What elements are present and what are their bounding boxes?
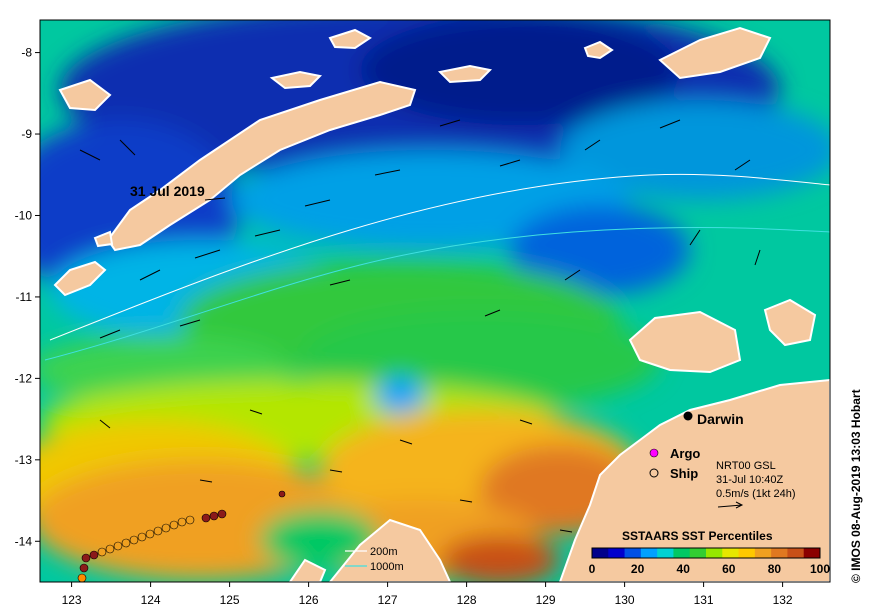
colorbar-tick-label: 80 <box>768 562 782 576</box>
current-time: 31-Jul 10:40Z <box>716 474 784 486</box>
lon-tick-label: 128 <box>457 593 477 607</box>
colorbar-title: SSTAARS SST Percentiles <box>622 529 773 543</box>
lat-tick-label: -11 <box>16 290 33 304</box>
colorbar-swatch <box>673 548 691 558</box>
ship-track-point <box>278 490 286 498</box>
lat-tick-label: -14 <box>15 534 33 548</box>
ship-track-point <box>201 513 211 523</box>
ship-track-point <box>161 523 171 533</box>
colorbar-swatch <box>738 548 756 558</box>
current-source: NRT00 GSL <box>716 460 776 472</box>
ship-track-point <box>169 520 179 530</box>
lon-tick-label: 124 <box>141 593 161 607</box>
contour-200m-label: 200m <box>370 546 398 558</box>
ship-track-point <box>105 544 115 554</box>
lat-tick-label: -10 <box>15 208 33 222</box>
lon-tick-label: 125 <box>220 593 240 607</box>
darwin-marker <box>683 411 693 421</box>
argo-marker-icon <box>649 448 659 458</box>
colorbar-tick-label: 40 <box>677 562 691 576</box>
ship-track-point <box>113 541 123 551</box>
ship-track-point <box>89 550 99 560</box>
lat-tick-label: -12 <box>15 371 33 385</box>
ship-track-point <box>137 532 147 542</box>
colorbar-swatch <box>722 548 740 558</box>
ship-track-point <box>81 553 91 563</box>
colorbar-tick-label: 0 <box>589 562 596 576</box>
colorbar-tick-label: 100 <box>810 562 830 576</box>
argo-label: Argo <box>670 446 700 461</box>
lon-tick-label: 123 <box>62 593 82 607</box>
lat-tick-label: -9 <box>21 127 32 141</box>
colorbar-swatch <box>754 548 772 558</box>
ship-label: Ship <box>670 466 698 481</box>
ship-track-point <box>217 509 227 519</box>
ship-track-point <box>153 526 163 536</box>
colorbar-swatch <box>657 548 674 558</box>
colorbar-swatch <box>624 548 642 558</box>
ship-track-point <box>79 563 89 573</box>
colorbar <box>591 547 821 559</box>
colorbar-swatch <box>706 548 723 558</box>
lon-tick-label: 132 <box>773 593 793 607</box>
colorbar-tick-label: 20 <box>631 562 645 576</box>
lon-tick-label: 126 <box>299 593 319 607</box>
ship-track-point <box>145 529 155 539</box>
lon-tick-label: 127 <box>378 593 398 607</box>
sst-field: Darwin 31 Jul 2019 Argo Ship NRT00 GSL 3… <box>40 20 830 582</box>
ship-track-point <box>129 535 139 545</box>
latitude-axis: -8 -9 -10 -11 -12 -13 -14 <box>15 46 40 548</box>
lat-tick-label: -8 <box>21 46 32 60</box>
colorbar-tick-label: 60 <box>722 562 736 576</box>
colorbar-swatch <box>803 548 821 558</box>
longitude-axis: 123 124 125 126 127 128 129 130 131 132 <box>62 582 793 607</box>
lon-tick-label: 130 <box>615 593 635 607</box>
colorbar-swatch <box>608 548 626 558</box>
colorbar-swatch <box>689 548 707 558</box>
colorbar-swatch <box>592 548 609 558</box>
lon-tick-label: 131 <box>694 593 714 607</box>
current-scale: 0.5m/s (1kt 24h) <box>716 488 795 500</box>
ship-track-point <box>209 511 219 521</box>
colorbar-swatch <box>787 548 805 558</box>
date-label: 31 Jul 2019 <box>130 183 205 199</box>
colorbar-swatch <box>771 548 788 558</box>
ship-track-point <box>185 515 195 525</box>
lon-tick-label: 129 <box>536 593 556 607</box>
ship-track-point <box>77 573 87 582</box>
contour-1000m-label: 1000m <box>370 561 404 573</box>
credit-label: © IMOS 08-Aug-2019 13:03 Hobart <box>849 389 863 583</box>
darwin-label: Darwin <box>697 411 744 427</box>
colorbar-swatch <box>640 548 658 558</box>
sst-map: Darwin 31 Jul 2019 Argo Ship NRT00 GSL 3… <box>15 19 863 607</box>
lat-tick-label: -13 <box>15 453 33 467</box>
ship-track-point <box>121 538 131 548</box>
ship-track-point <box>97 547 107 557</box>
ship-track-point <box>177 517 187 527</box>
